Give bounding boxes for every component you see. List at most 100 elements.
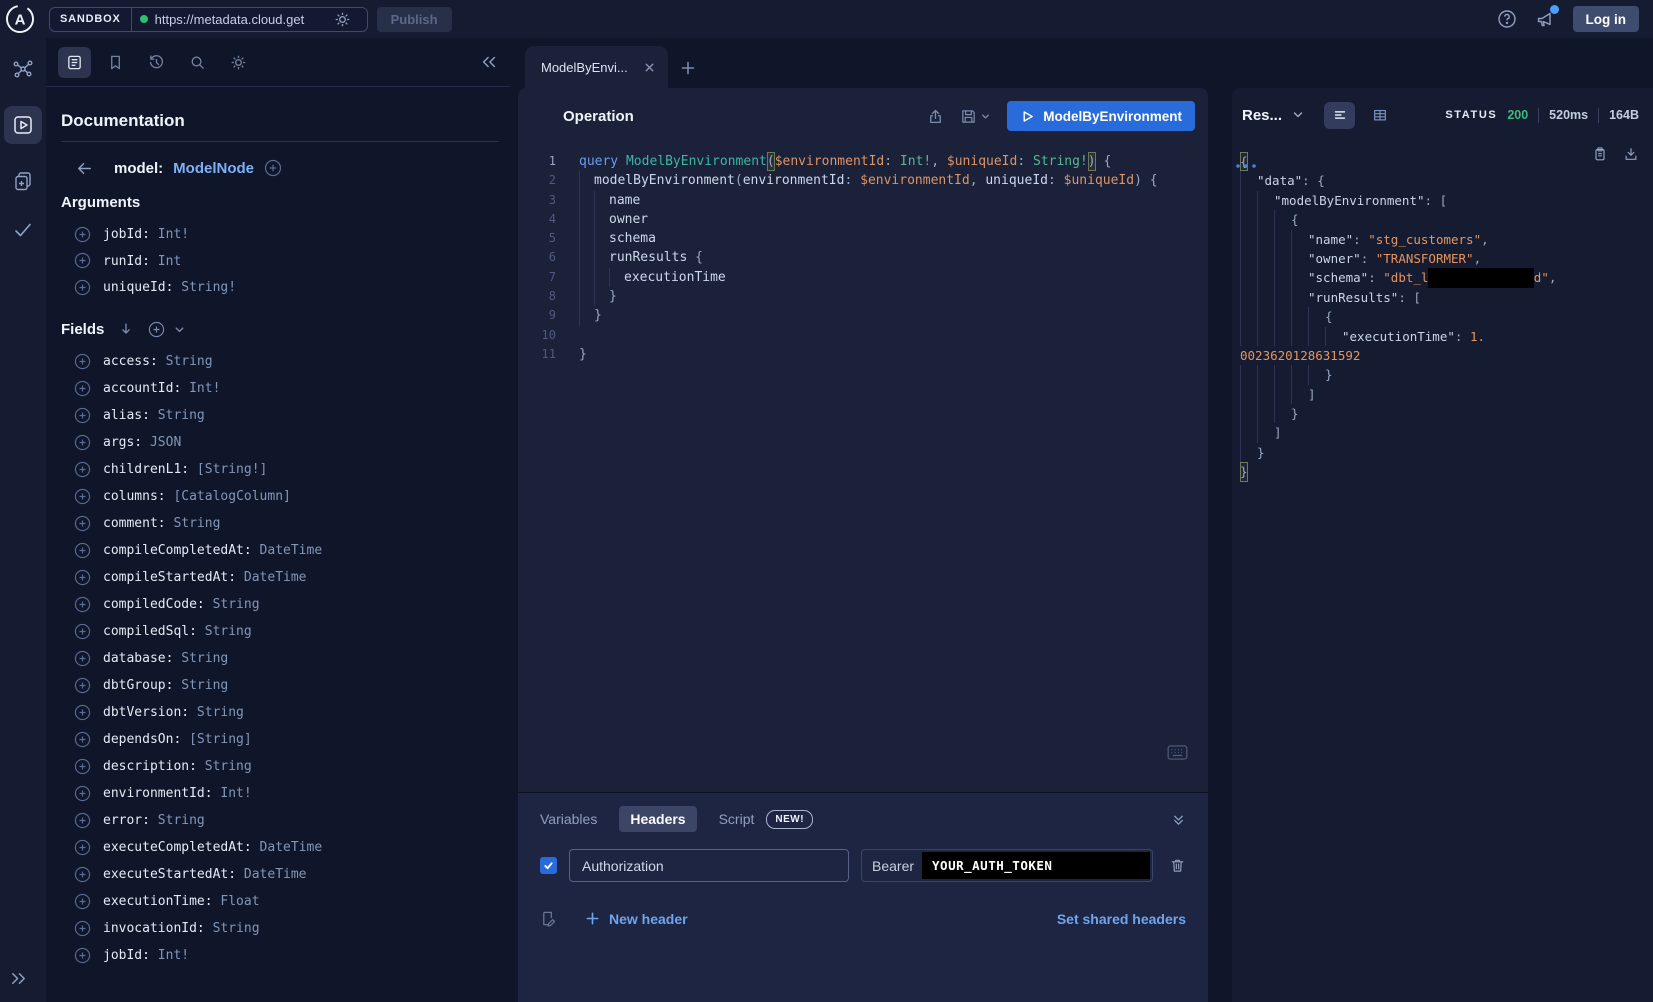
add-field-to-query-button[interactable] bbox=[74, 704, 91, 721]
field-type-link[interactable]: String bbox=[197, 705, 244, 720]
new-header-button[interactable]: New header bbox=[585, 911, 688, 927]
add-field-to-query-button[interactable] bbox=[74, 839, 91, 856]
add-field-to-query-button[interactable] bbox=[74, 758, 91, 775]
changelog-icon[interactable] bbox=[12, 170, 34, 192]
history-button[interactable] bbox=[140, 47, 173, 78]
documentation-tab-button[interactable] bbox=[58, 47, 91, 78]
field-type-link[interactable]: Int! bbox=[158, 948, 189, 963]
help-icon[interactable] bbox=[1497, 9, 1517, 29]
response-json-viewer[interactable]: {"data": {"modelByEnvironment": [{"name"… bbox=[1232, 152, 1653, 482]
edit-headers-raw-icon[interactable] bbox=[540, 910, 557, 927]
add-field-to-query-button[interactable] bbox=[74, 488, 91, 505]
code-line[interactable]: 7executionTime bbox=[518, 268, 1208, 287]
add-field-to-query-button[interactable] bbox=[74, 407, 91, 424]
tab-variables[interactable]: Variables bbox=[540, 811, 597, 827]
add-field-to-query-button[interactable] bbox=[74, 596, 91, 613]
add-field-to-query-button[interactable] bbox=[74, 623, 91, 640]
field-type-link[interactable]: String bbox=[205, 624, 252, 639]
add-field-to-query-button[interactable] bbox=[74, 461, 91, 478]
new-tab-icon[interactable] bbox=[680, 60, 696, 76]
add-field-to-query-button[interactable] bbox=[74, 353, 91, 370]
run-operation-button[interactable]: ModelByEnvironment bbox=[1007, 101, 1195, 131]
collapse-subpanel-icon[interactable] bbox=[1171, 812, 1186, 827]
add-field-to-query-button[interactable] bbox=[74, 380, 91, 397]
bookmarks-button[interactable] bbox=[99, 47, 132, 78]
publish-button[interactable]: Publish bbox=[377, 7, 452, 32]
field-type-link[interactable]: String bbox=[181, 651, 228, 666]
graph-schema-icon[interactable] bbox=[12, 58, 34, 80]
formatted-view-toggle-icon[interactable] bbox=[1324, 102, 1355, 129]
field-type-link[interactable]: String bbox=[213, 597, 260, 612]
endpoint-settings-gear-icon[interactable] bbox=[334, 11, 351, 28]
tab-headers[interactable]: Headers bbox=[619, 806, 696, 832]
add-field-to-query-button[interactable] bbox=[74, 866, 91, 883]
code-line[interactable]: 5schema bbox=[518, 229, 1208, 248]
field-type-link[interactable]: String bbox=[166, 354, 213, 369]
operation-tab[interactable]: ModelByEnvi... bbox=[525, 46, 668, 88]
close-tab-icon[interactable] bbox=[643, 61, 656, 74]
set-shared-headers-link[interactable]: Set shared headers bbox=[1057, 911, 1186, 927]
graphql-code-editor[interactable]: 1query ModelByEnvironment($environmentId… bbox=[518, 152, 1208, 364]
field-type-link[interactable]: Int! bbox=[220, 786, 251, 801]
add-field-to-query-button[interactable] bbox=[74, 677, 91, 694]
code-line[interactable]: 8} bbox=[518, 287, 1208, 306]
code-line[interactable]: 3name bbox=[518, 191, 1208, 210]
apollo-logo-icon[interactable]: A bbox=[5, 4, 35, 34]
table-view-toggle-icon[interactable] bbox=[1364, 102, 1395, 129]
checks-icon[interactable] bbox=[12, 218, 34, 240]
code-line[interactable]: 1query ModelByEnvironment($environmentId… bbox=[518, 152, 1208, 171]
tab-script[interactable]: Script bbox=[719, 811, 755, 827]
add-argument-to-query-button[interactable] bbox=[74, 252, 91, 269]
announcements-megaphone-icon[interactable] bbox=[1535, 9, 1555, 29]
sort-fields-icon[interactable] bbox=[118, 321, 134, 337]
explorer-tab-selected[interactable] bbox=[4, 106, 42, 144]
add-field-to-query-button[interactable] bbox=[74, 569, 91, 586]
save-operation-icon[interactable] bbox=[960, 108, 991, 125]
code-line[interactable]: 10 bbox=[518, 326, 1208, 345]
breadcrumb-type-link[interactable]: ModelNode bbox=[173, 160, 254, 177]
code-line[interactable]: 11} bbox=[518, 345, 1208, 364]
response-more-options-icon[interactable] bbox=[1234, 162, 1258, 170]
header-enabled-checkbox[interactable] bbox=[540, 857, 557, 874]
back-arrow-icon[interactable] bbox=[75, 159, 94, 178]
field-type-link[interactable]: String bbox=[205, 759, 252, 774]
add-field-to-query-button[interactable] bbox=[74, 920, 91, 937]
expand-rail-icon[interactable] bbox=[9, 969, 28, 988]
add-all-fields-button[interactable] bbox=[264, 159, 282, 177]
add-field-to-query-button[interactable] bbox=[74, 542, 91, 559]
field-type-link[interactable]: DateTime bbox=[244, 867, 307, 882]
field-type-link[interactable]: [CatalogColumn] bbox=[173, 489, 290, 504]
field-type-link[interactable]: DateTime bbox=[260, 543, 323, 558]
field-type-link[interactable]: String bbox=[181, 678, 228, 693]
add-field-to-query-button[interactable] bbox=[74, 947, 91, 964]
code-line[interactable]: 4owner bbox=[518, 210, 1208, 229]
add-argument-to-query-button[interactable] bbox=[74, 226, 91, 243]
argument-type-link[interactable]: Int bbox=[158, 254, 181, 269]
field-type-link[interactable]: DateTime bbox=[260, 840, 323, 855]
field-type-link[interactable]: DateTime bbox=[244, 570, 307, 585]
add-field-to-query-button[interactable] bbox=[74, 731, 91, 748]
code-line[interactable]: 9} bbox=[518, 306, 1208, 325]
header-value-field[interactable]: Bearer bbox=[861, 849, 1153, 882]
auth-token-input[interactable] bbox=[922, 852, 1150, 879]
download-response-icon[interactable] bbox=[1623, 146, 1639, 162]
add-field-to-query-button[interactable] bbox=[74, 785, 91, 802]
add-field-to-query-button[interactable] bbox=[74, 893, 91, 910]
delete-header-icon[interactable] bbox=[1169, 857, 1186, 874]
copy-response-icon[interactable] bbox=[1592, 146, 1608, 162]
field-type-link[interactable]: [String] bbox=[189, 732, 252, 747]
add-field-to-query-button[interactable] bbox=[74, 650, 91, 667]
share-operation-icon[interactable] bbox=[927, 108, 944, 125]
fields-options-chevron-icon[interactable] bbox=[173, 323, 186, 336]
keyboard-shortcuts-icon[interactable] bbox=[1167, 745, 1188, 760]
field-type-link[interactable]: String bbox=[158, 813, 205, 828]
add-field-to-query-button[interactable] bbox=[74, 434, 91, 451]
add-field-to-query-button[interactable] bbox=[74, 812, 91, 829]
add-field-to-query-button[interactable] bbox=[74, 515, 91, 532]
field-type-link[interactable]: String bbox=[173, 516, 220, 531]
add-fields-icon[interactable] bbox=[148, 321, 165, 338]
field-type-link[interactable]: String bbox=[213, 921, 260, 936]
field-type-link[interactable]: String bbox=[158, 408, 205, 423]
search-button[interactable] bbox=[181, 47, 214, 78]
collapse-panel-icon[interactable] bbox=[480, 53, 498, 71]
